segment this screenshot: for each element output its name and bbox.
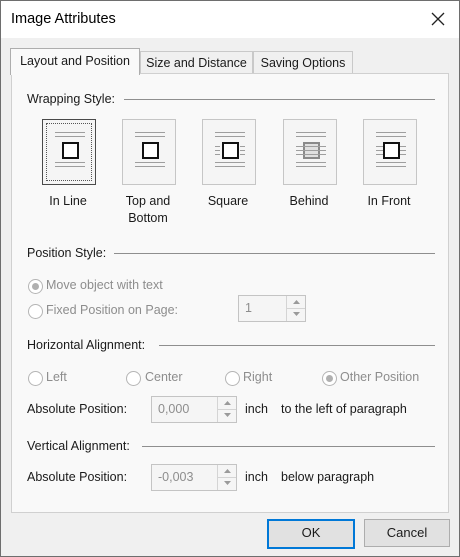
horizontal-other-radio[interactable] [322,371,337,386]
vertical-abs-position-label: Absolute Position: [27,470,128,484]
chevron-down-icon [223,481,231,485]
inline-wrap-icon [62,142,79,159]
vertical-alignment-heading: Vertical Alignment: [27,439,130,453]
horizontal-alignment-divider [159,345,435,346]
tab-saving-options[interactable]: Saving Options [253,51,353,74]
image-attributes-dialog: Image Attributes Layout and Position Siz… [0,0,460,557]
horizontal-unit-label: inch [245,402,268,416]
move-with-text-radio[interactable] [28,279,43,294]
cancel-button[interactable]: Cancel [364,519,450,547]
top-bottom-wrap-icon [142,142,159,159]
page-number-stepper[interactable]: 1 [238,295,306,322]
wrapping-style-heading: Wrapping Style: [27,92,116,106]
vertical-alignment-divider [142,446,435,447]
page-number-value: 1 [245,301,252,315]
chevron-up-icon [292,300,300,304]
vertical-unit-label: inch [245,470,268,484]
wrap-square-button[interactable] [202,119,256,185]
ok-button[interactable]: OK [267,519,355,549]
fixed-position-radio[interactable] [28,304,43,319]
tab-layout-and-position[interactable]: Layout and Position [10,48,140,75]
horizontal-other-label: Other Position [340,370,420,384]
wrap-top-bottom-button[interactable] [122,119,176,185]
wrap-square-label: Square [207,194,249,208]
chevron-down-icon [292,312,300,316]
horizontal-alignment-heading: Horizontal Alignment: [27,338,146,352]
move-with-text-label: Move object with text [46,278,163,292]
wrap-inline-label: In Line [49,194,87,208]
wrap-in-front-button[interactable] [363,119,417,185]
chevron-down-icon [223,413,231,417]
horizontal-relative-label: to the left of paragraph [281,402,407,416]
horizontal-center-label: Center [145,370,183,384]
title-bar: Image Attributes [1,1,459,38]
dialog-title: Image Attributes [11,11,116,27]
layout-position-panel: Wrapping Style: In Line Top and Bottom S… [11,73,449,513]
close-icon [431,12,445,26]
horizontal-left-radio[interactable] [28,371,43,386]
position-style-divider [114,253,435,254]
fixed-position-label: Fixed Position on Page: [46,303,179,317]
chevron-up-icon [223,401,231,405]
horizontal-abs-position-label: Absolute Position: [27,402,128,416]
horizontal-right-label: Right [243,370,273,384]
page-down-button[interactable] [287,308,305,320]
position-style-heading: Position Style: [27,246,107,260]
vertical-down-button[interactable] [218,477,236,489]
square-wrap-icon [222,142,239,159]
wrap-in-front-label: In Front [367,194,411,208]
close-button[interactable] [421,5,455,33]
tab-strip: Layout and Position Size and Distance Sa… [1,38,459,75]
horizontal-down-button[interactable] [218,409,236,421]
chevron-up-icon [223,469,231,473]
horizontal-abs-position-stepper[interactable]: 0,000 [151,396,237,423]
horizontal-abs-position-value: 0,000 [158,402,190,416]
wrap-behind-button[interactable] [283,119,337,185]
wrap-top-bottom-label: Top and Bottom [125,194,171,225]
horizontal-center-radio[interactable] [126,371,141,386]
vertical-abs-position-stepper[interactable]: -0,003 [151,464,237,491]
wrap-inline-button[interactable] [42,119,96,185]
vertical-relative-label: below paragraph [281,470,375,484]
vertical-abs-position-value: -0,003 [158,470,194,484]
wrap-behind-label: Behind [289,194,329,208]
horizontal-left-label: Left [46,370,67,384]
tab-size-and-distance[interactable]: Size and Distance [140,51,253,74]
wrapping-style-divider [124,99,435,100]
in-front-wrap-icon [383,142,400,159]
horizontal-right-radio[interactable] [225,371,240,386]
